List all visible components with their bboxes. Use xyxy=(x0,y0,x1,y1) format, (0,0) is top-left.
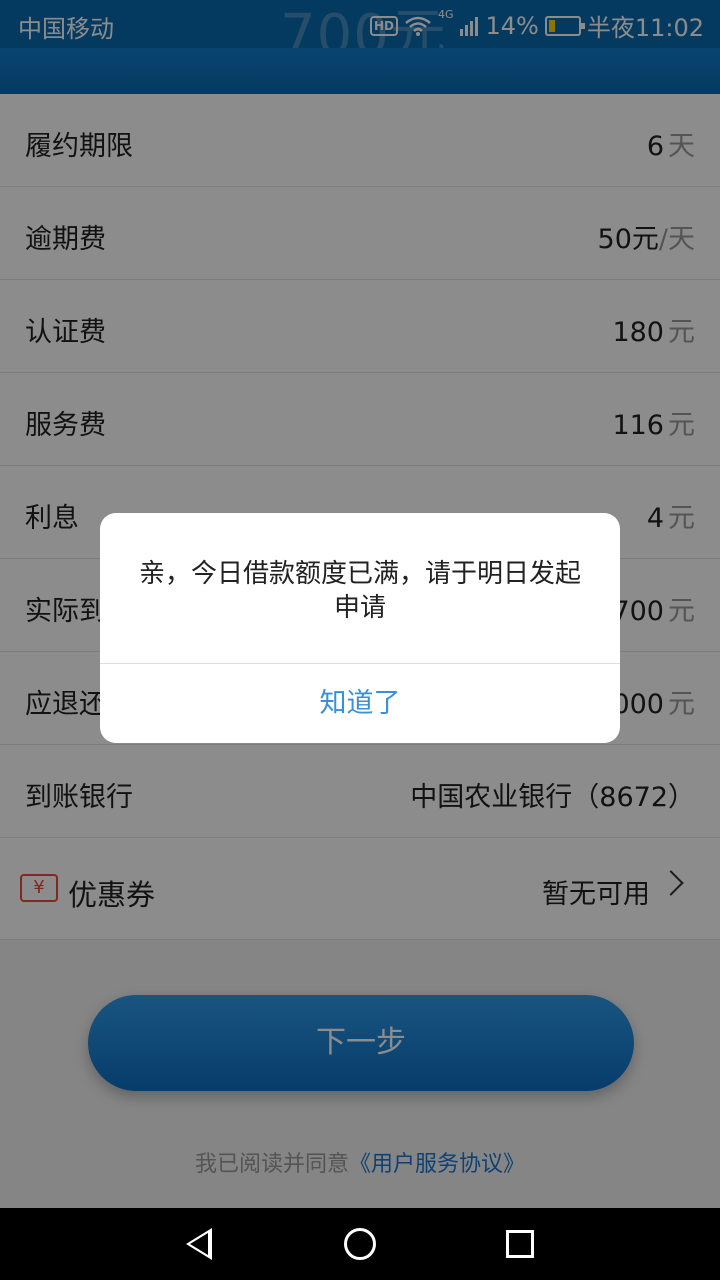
back-icon[interactable] xyxy=(186,1228,212,1260)
recent-apps-icon[interactable] xyxy=(506,1230,534,1258)
dialog-ok-button[interactable]: 知道了 xyxy=(100,664,620,743)
dialog-message: 亲，今日借款额度已满，请于明日发起申请 xyxy=(138,559,581,623)
home-icon[interactable] xyxy=(344,1228,376,1260)
system-nav-bar xyxy=(0,1208,720,1280)
alert-dialog: 亲，今日借款额度已满，请于明日发起申请 知道了 xyxy=(100,513,620,743)
